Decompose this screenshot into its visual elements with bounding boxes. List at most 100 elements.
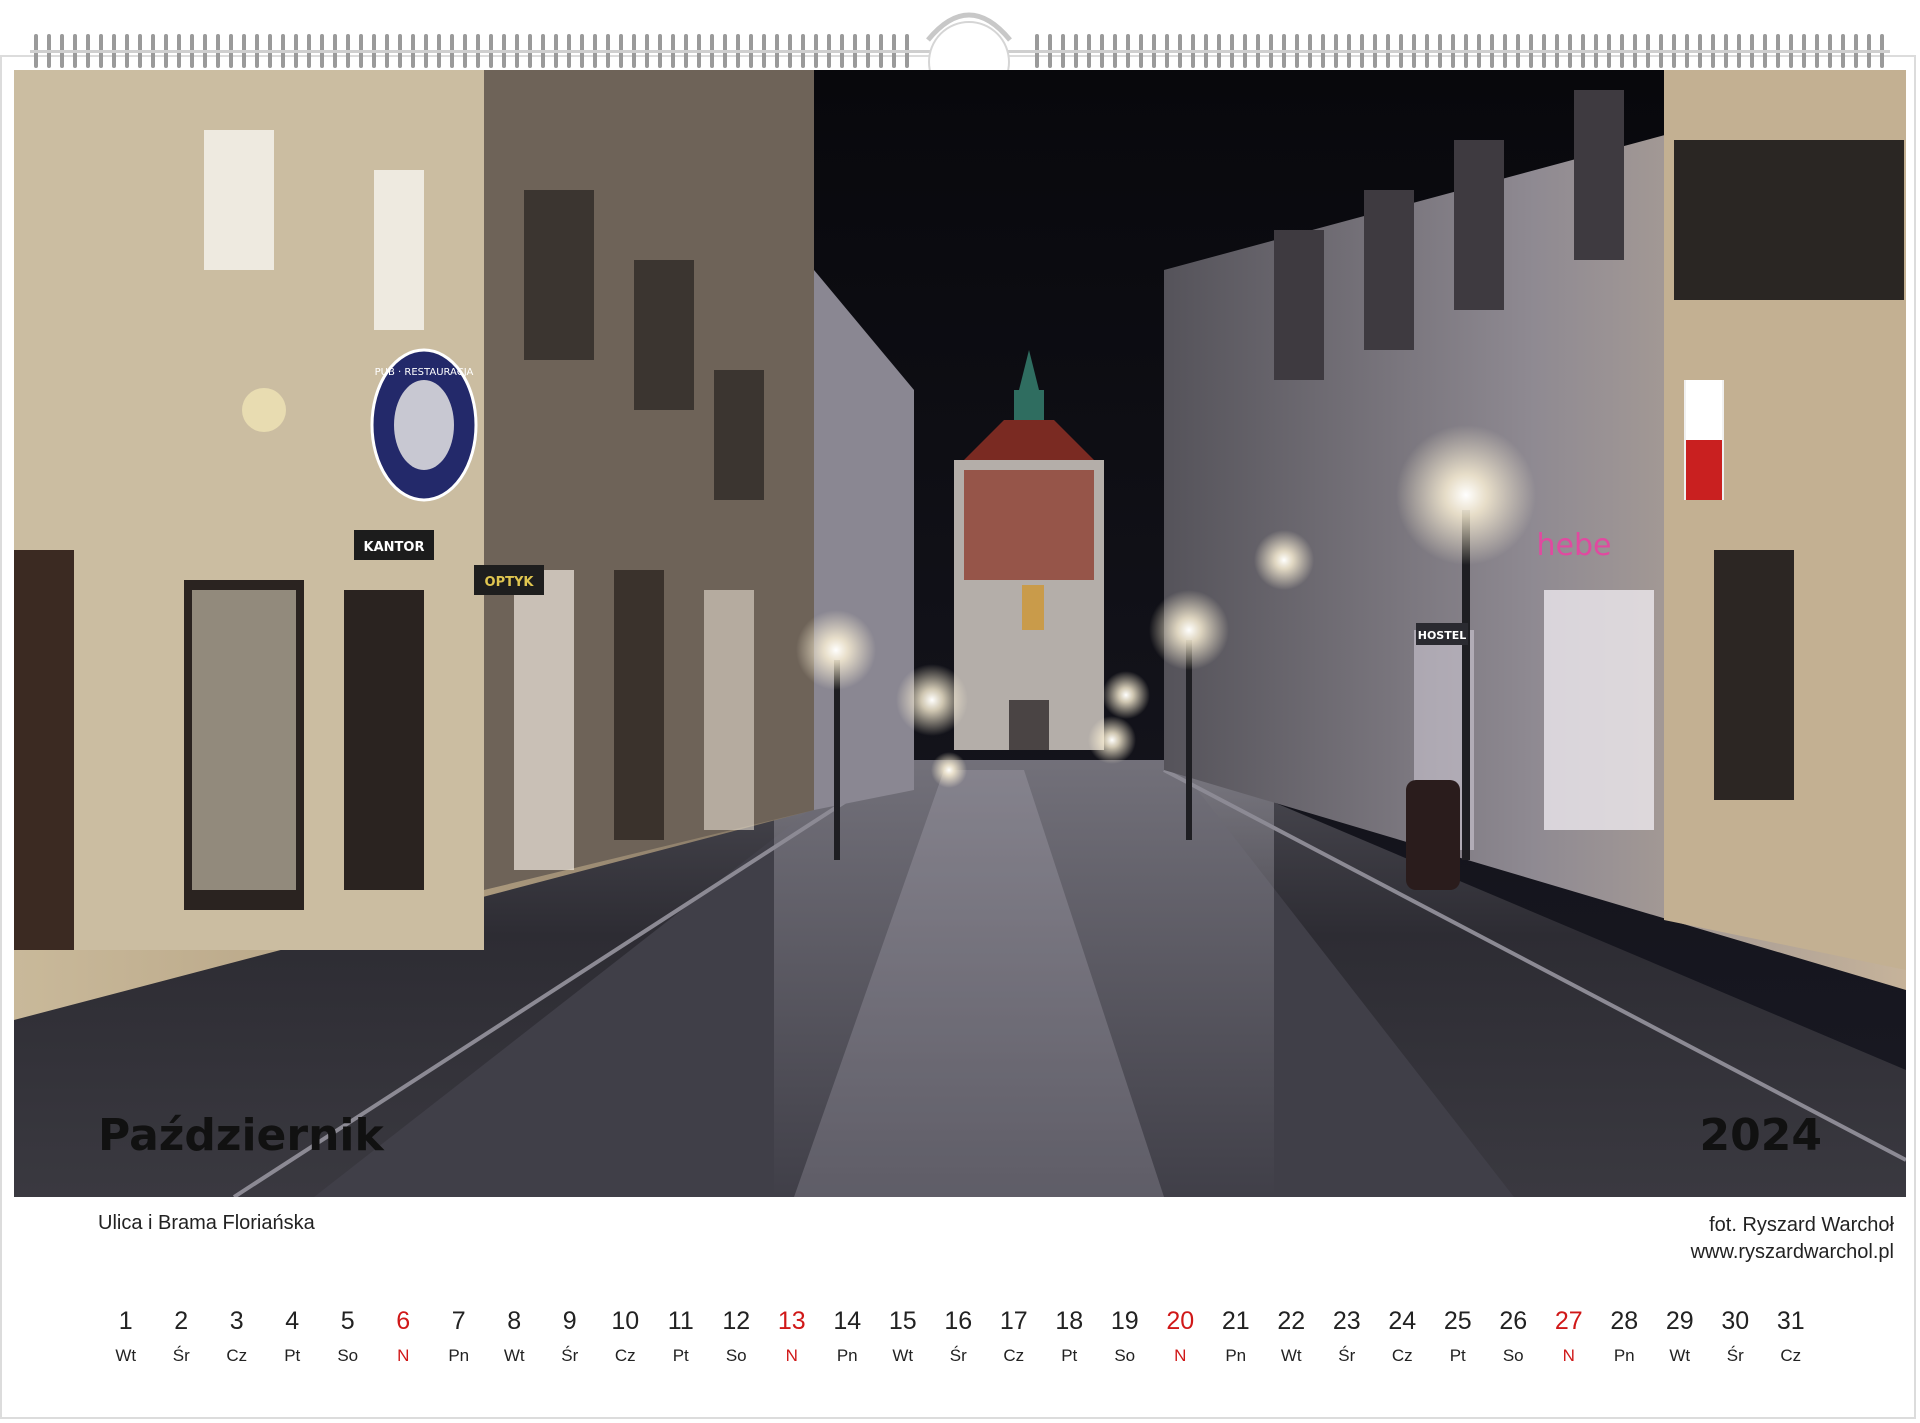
day-number: 10 (611, 1307, 640, 1335)
day-number: 27 (1554, 1307, 1583, 1335)
sign-text-pub: PUB · RESTAURACJA (375, 367, 474, 378)
weekday-abbrev: Pt (284, 1346, 301, 1365)
weekday-abbrev: Śr (172, 1346, 190, 1365)
weekday-abbrev: So (337, 1346, 359, 1365)
day-number: 20 (1166, 1307, 1195, 1335)
day-number: 3 (229, 1307, 244, 1335)
weekday-abbrev: Pt (1061, 1346, 1078, 1365)
weekday-abbrev: Śr (561, 1346, 579, 1365)
day-number: 21 (1221, 1307, 1250, 1335)
weekday-abbrev: Cz (614, 1346, 636, 1365)
weekday-abbrev: Śr (1338, 1346, 1356, 1365)
weekday-abbrev: N (397, 1346, 410, 1365)
day-number: 24 (1388, 1307, 1417, 1335)
day-cell: 17 Cz (986, 1302, 1042, 1382)
weekday-abbrev: Śr (1726, 1346, 1744, 1365)
day-cell: 1 Wt (98, 1302, 154, 1382)
day-number: 9 (562, 1307, 577, 1335)
day-cell: 4 Pt (265, 1302, 321, 1382)
day-number: 17 (999, 1307, 1028, 1335)
weekday-abbrev: Wt (892, 1346, 914, 1365)
day-cell: 19 So (1097, 1302, 1153, 1382)
day-number: 23 (1332, 1307, 1361, 1335)
sign-text-optyk: OPTYK (485, 575, 535, 590)
day-cell: 18 Pt (1042, 1302, 1098, 1382)
calendar-photo: PUB · RESTAURACJA KANTOR OPTYK HOSTEL he… (14, 70, 1906, 1197)
weekday-abbrev: Cz (1391, 1346, 1413, 1365)
day-number: 19 (1110, 1307, 1139, 1335)
weekday-abbrev: N (1174, 1346, 1187, 1365)
day-cell: 22 Wt (1264, 1302, 1320, 1382)
day-number: 28 (1610, 1307, 1639, 1335)
photo-caption: Ulica i Brama Floriańska (98, 1212, 315, 1234)
sign-text-hostel: HOSTEL (1418, 629, 1467, 642)
weekday-abbrev: So (1502, 1346, 1524, 1365)
credit-website[interactable]: www.ryszardwarchol.pl (1691, 1239, 1894, 1266)
day-cell: 14 Pn (820, 1302, 876, 1382)
weekday-abbrev: Wt (1669, 1346, 1691, 1365)
day-cell: 10 Cz (598, 1302, 654, 1382)
weekday-abbrev: Pt (672, 1346, 689, 1365)
day-number: 18 (1055, 1307, 1084, 1335)
day-cell: 29 Wt (1652, 1302, 1708, 1382)
weekday-abbrev: Cz (1780, 1346, 1802, 1365)
day-number: 6 (396, 1307, 411, 1335)
day-cell: 8 Wt (487, 1302, 543, 1382)
sign-text-hebe: hebe (1537, 528, 1612, 563)
month-title: Październik (98, 1110, 384, 1161)
weekday-abbrev: Wt (503, 1346, 525, 1365)
day-number: 15 (888, 1307, 917, 1335)
day-number: 12 (722, 1307, 751, 1335)
day-cell: 3 Cz (209, 1302, 265, 1382)
day-number: 29 (1665, 1307, 1694, 1335)
day-cell: 31 Cz (1763, 1302, 1819, 1382)
weekday-abbrev: N (785, 1346, 798, 1365)
day-cell: 16 Śr (931, 1302, 987, 1382)
day-cell: 30 Śr (1708, 1302, 1764, 1382)
street-scene-illustration: PUB · RESTAURACJA KANTOR OPTYK HOSTEL he… (14, 70, 1906, 1197)
day-number: 2 (174, 1307, 189, 1335)
day-number: 8 (507, 1307, 522, 1335)
day-number: 11 (667, 1307, 694, 1335)
weekday-abbrev: So (725, 1346, 747, 1365)
weekday-abbrev: Śr (949, 1346, 967, 1365)
day-number: 14 (833, 1307, 862, 1335)
day-cell: 6N (376, 1302, 432, 1382)
weekday-abbrev: N (1562, 1346, 1575, 1365)
day-cell: 13 N (764, 1302, 820, 1382)
year-title: 2024 (1699, 1110, 1822, 1161)
sign-text-kantor: KANTOR (364, 540, 425, 555)
day-cell: 15 Wt (875, 1302, 931, 1382)
day-number: 13 (777, 1307, 806, 1335)
day-number: 7 (451, 1307, 466, 1335)
day-number: 25 (1443, 1307, 1472, 1335)
weekday-abbrev: Pt (1449, 1346, 1466, 1365)
photo-credit: fot. Ryszard Warchoł www.ryszardwarchol.… (1691, 1212, 1894, 1266)
weekday-abbrev: Pn (836, 1346, 858, 1365)
day-cell: 21 Pn (1208, 1302, 1264, 1382)
day-cell: 28 Pn (1597, 1302, 1653, 1382)
day-cell: 2 Śr (154, 1302, 210, 1382)
day-number: 5 (340, 1307, 355, 1335)
day-cell: 24 Cz (1375, 1302, 1431, 1382)
day-number: 1 (118, 1307, 133, 1335)
day-cell: 11 Pt (653, 1302, 709, 1382)
day-number: 22 (1277, 1307, 1306, 1335)
day-number: 26 (1499, 1307, 1528, 1335)
month-days-strip: 1 Wt 2 Śr 3 Cz 4 Pt 5 So 6 N 7 Pn 8 Wt 9 Śr 10 Cz 11 Pt 12 So 13… (98, 1302, 1858, 1382)
day-cell: 20 N (1153, 1302, 1209, 1382)
day-cell: 12 So (709, 1302, 765, 1382)
day-cell: 27 N (1541, 1302, 1597, 1382)
day-number: 31 (1776, 1307, 1805, 1335)
weekday-abbrev: Cz (226, 1346, 248, 1365)
weekday-abbrev: Pn (448, 1346, 470, 1365)
day-number: 16 (944, 1307, 973, 1335)
weekday-abbrev: Cz (1003, 1346, 1025, 1365)
day-cell: 25 Pt (1430, 1302, 1486, 1382)
credit-author: fot. Ryszard Warchoł (1709, 1214, 1894, 1236)
day-cell: 9 Śr (542, 1302, 598, 1382)
weekday-abbrev: Wt (1280, 1346, 1302, 1365)
day-number: 30 (1721, 1307, 1750, 1335)
day-cell: 5 So (320, 1302, 376, 1382)
day-number: 4 (285, 1307, 300, 1335)
